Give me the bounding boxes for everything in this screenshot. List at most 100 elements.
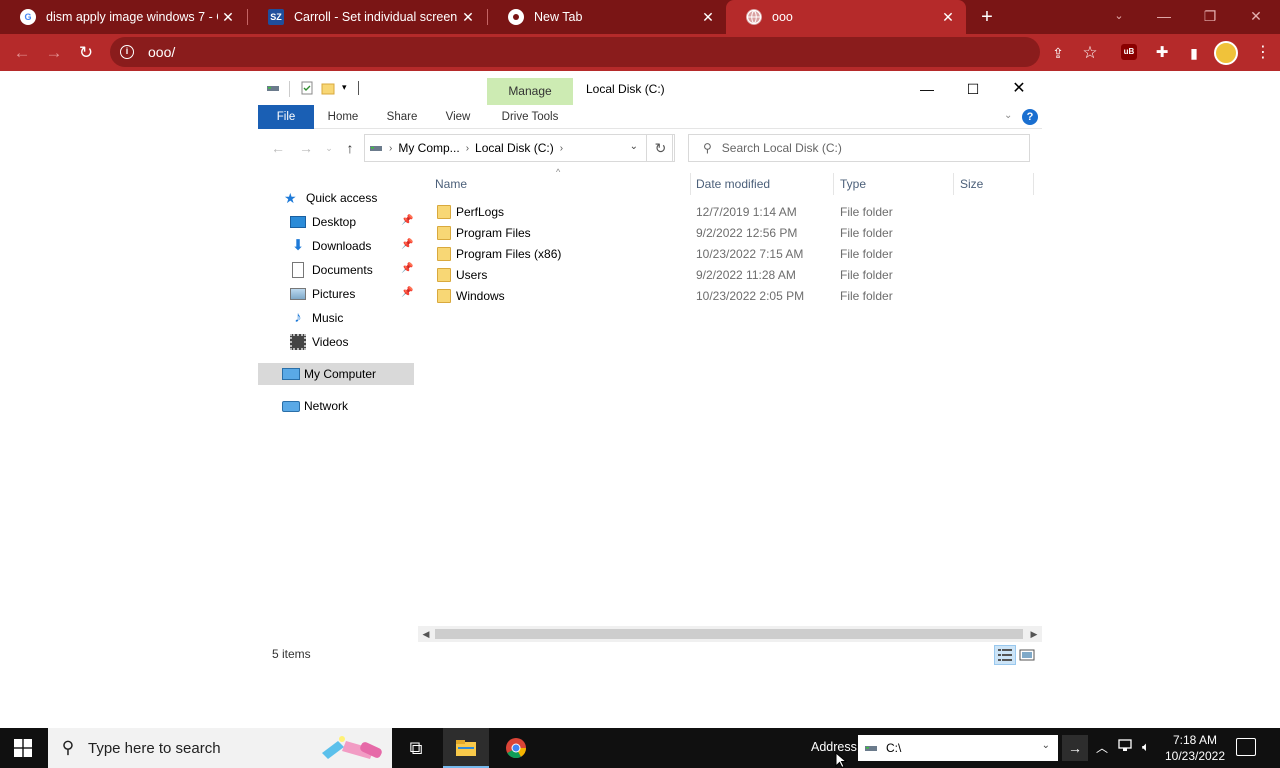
column-header-name[interactable]: Name — [435, 171, 467, 197]
search-input[interactable]: ⚲ Search Local Disk (C:) — [688, 134, 1030, 162]
pin-icon[interactable]: 📌 — [401, 239, 413, 250]
nav-item-network[interactable]: Network — [258, 395, 414, 417]
task-view-icon[interactable]: ⧉ — [393, 728, 439, 768]
browser-tab-newtab[interactable]: New Tab ✕ — [488, 0, 726, 34]
folder-icon — [437, 289, 451, 303]
tab-file[interactable]: File — [258, 105, 314, 129]
status-item-count: 5 items — [272, 647, 311, 661]
column-separator[interactable] — [953, 173, 954, 195]
close-icon[interactable]: ✕ — [458, 9, 478, 26]
column-separator[interactable] — [690, 173, 691, 195]
tab-drive-tools[interactable]: Drive Tools — [487, 105, 573, 129]
pin-icon[interactable]: 📌 — [401, 287, 413, 298]
explorer-close-icon[interactable]: ✕ — [996, 75, 1042, 103]
browser-tab-carroll[interactable]: SZ Carroll - Set individual screen res ✕ — [248, 0, 486, 34]
new-folder-icon[interactable] — [321, 81, 335, 95]
properties-icon[interactable] — [300, 81, 314, 95]
nav-item-my-computer[interactable]: My Computer — [258, 363, 414, 385]
forward-arrow-icon[interactable]: → — [41, 40, 67, 66]
address-dropdown-chevron-icon[interactable]: ⌄ — [630, 141, 638, 152]
breadcrumb-my-computer[interactable]: My Comp... — [398, 141, 459, 155]
window-close-icon[interactable]: ✕ — [1233, 0, 1279, 34]
chevron-right-icon[interactable]: › — [466, 143, 469, 154]
help-icon[interactable]: ? — [1022, 109, 1038, 125]
windows-start-icon[interactable] — [0, 728, 46, 768]
file-row[interactable]: Users 9/2/2022 11:28 AM File folder — [430, 265, 1030, 286]
taskbar-clock[interactable]: 7:18 AM 10/23/2022 — [1160, 732, 1230, 764]
pin-icon[interactable]: 📌 — [401, 263, 413, 274]
browser-tab-active[interactable]: ooo ✕ — [726, 0, 966, 34]
scroll-left-icon[interactable]: ◀ — [418, 626, 434, 642]
recent-locations-chevron-icon[interactable]: ⌄ — [319, 138, 339, 158]
back-arrow-icon[interactable]: ← — [9, 40, 35, 66]
extensions-puzzle-icon[interactable]: ✚ — [1149, 40, 1175, 66]
file-row[interactable]: Program Files (x86) 10/23/2022 7:15 AM F… — [430, 244, 1030, 265]
explorer-minimize-icon[interactable]: — — [904, 75, 950, 103]
info-icon[interactable]: i — [120, 45, 134, 59]
nav-item-quick-access[interactable]: ★ Quick access — [258, 187, 414, 209]
horizontal-scrollbar[interactable]: ◀ ▶ — [418, 626, 1042, 642]
file-date: 12/7/2019 1:14 AM — [696, 205, 797, 219]
column-separator[interactable] — [1033, 173, 1034, 195]
file-row[interactable]: PerfLogs 12/7/2019 1:14 AM File folder — [430, 202, 1030, 223]
reload-icon[interactable]: ↻ — [73, 40, 99, 66]
network-tray-icon[interactable] — [1118, 739, 1136, 756]
notification-center-icon[interactable] — [1236, 738, 1256, 756]
file-explorer-taskbar-icon[interactable] — [443, 728, 489, 768]
explorer-maximize-icon[interactable]: ☐ — [950, 75, 996, 103]
chevron-right-icon[interactable]: › — [389, 143, 392, 154]
column-header-date[interactable]: Date modified — [696, 171, 770, 197]
profile-avatar[interactable] — [1214, 41, 1238, 65]
large-icons-view-icon[interactable] — [1016, 645, 1038, 665]
tab-view[interactable]: View — [438, 105, 478, 129]
details-view-icon[interactable] — [994, 645, 1016, 665]
taskbar-address-input[interactable]: C:\ ⌄ — [858, 735, 1058, 761]
tab-search-chevron-icon[interactable]: ⌄ — [1096, 0, 1142, 34]
share-icon[interactable]: ⇪ — [1045, 40, 1071, 66]
show-hidden-icons-chevron-icon[interactable]: ︿ — [1096, 739, 1108, 756]
scroll-right-icon[interactable]: ▶ — [1026, 626, 1042, 642]
volume-icon[interactable]: 🔈︎ — [1142, 739, 1150, 755]
column-header-size[interactable]: Size — [960, 171, 983, 197]
nav-item-downloads[interactable]: ⬇ Downloads 📌 — [258, 235, 414, 257]
close-icon[interactable]: ✕ — [698, 9, 718, 26]
nav-item-videos[interactable]: Videos — [258, 331, 414, 353]
address-bar[interactable]: i ooo/ — [110, 37, 1040, 67]
side-panel-icon[interactable]: ▮ — [1181, 40, 1207, 66]
explorer-address-bar[interactable]: › My Comp... › Local Disk (C:) › ⌄ — [364, 134, 673, 162]
tab-share[interactable]: Share — [380, 105, 424, 129]
back-arrow-icon[interactable]: ← — [268, 138, 288, 158]
new-tab-plus-icon[interactable]: + — [976, 4, 998, 30]
scrollbar-thumb[interactable] — [435, 629, 1023, 639]
column-separator[interactable] — [833, 173, 834, 195]
close-icon[interactable]: ✕ — [218, 9, 238, 26]
chrome-taskbar-icon[interactable] — [493, 728, 539, 768]
qat-dropdown-icon[interactable]: ▾ — [342, 82, 347, 93]
up-arrow-icon[interactable]: ↑ — [340, 138, 360, 158]
nav-item-desktop[interactable]: Desktop 📌 — [258, 211, 414, 233]
nav-item-documents[interactable]: Documents 📌 — [258, 259, 414, 281]
column-header-type[interactable]: Type — [840, 171, 866, 197]
restore-icon[interactable]: ❐ — [1187, 0, 1233, 34]
search-icon: ⚲ — [703, 141, 712, 155]
go-arrow-icon[interactable]: → — [1062, 735, 1088, 761]
file-row[interactable]: Windows 10/23/2022 2:05 PM File folder — [430, 286, 1030, 307]
expand-ribbon-chevron-icon[interactable]: ⌄ — [1004, 110, 1012, 121]
address-dropdown-chevron-icon[interactable]: ⌄ — [1042, 740, 1050, 751]
chevron-right-icon[interactable]: › — [560, 143, 563, 154]
nav-item-pictures[interactable]: Pictures 📌 — [258, 283, 414, 305]
taskbar-search-input[interactable]: ⚲ Type here to search — [48, 728, 392, 768]
pin-icon[interactable]: 📌 — [401, 215, 413, 226]
bookmark-star-icon[interactable]: ☆ — [1077, 40, 1103, 66]
refresh-icon[interactable]: ↻ — [646, 134, 675, 162]
minimize-icon[interactable]: — — [1141, 0, 1187, 34]
breadcrumb-local-disk[interactable]: Local Disk (C:) — [475, 141, 554, 155]
nav-item-music[interactable]: ♪ Music — [258, 307, 414, 329]
forward-arrow-icon[interactable]: → — [296, 138, 316, 158]
menu-kebab-icon[interactable]: ⋮ — [1250, 40, 1276, 66]
close-icon[interactable]: ✕ — [938, 9, 958, 26]
tab-home[interactable]: Home — [320, 105, 366, 129]
ublock-extension-icon[interactable]: uB — [1121, 44, 1137, 60]
file-row[interactable]: Program Files 9/2/2022 12:56 PM File fol… — [430, 223, 1030, 244]
browser-tab-google[interactable]: G dism apply image windows 7 - G ✕ — [0, 0, 246, 34]
